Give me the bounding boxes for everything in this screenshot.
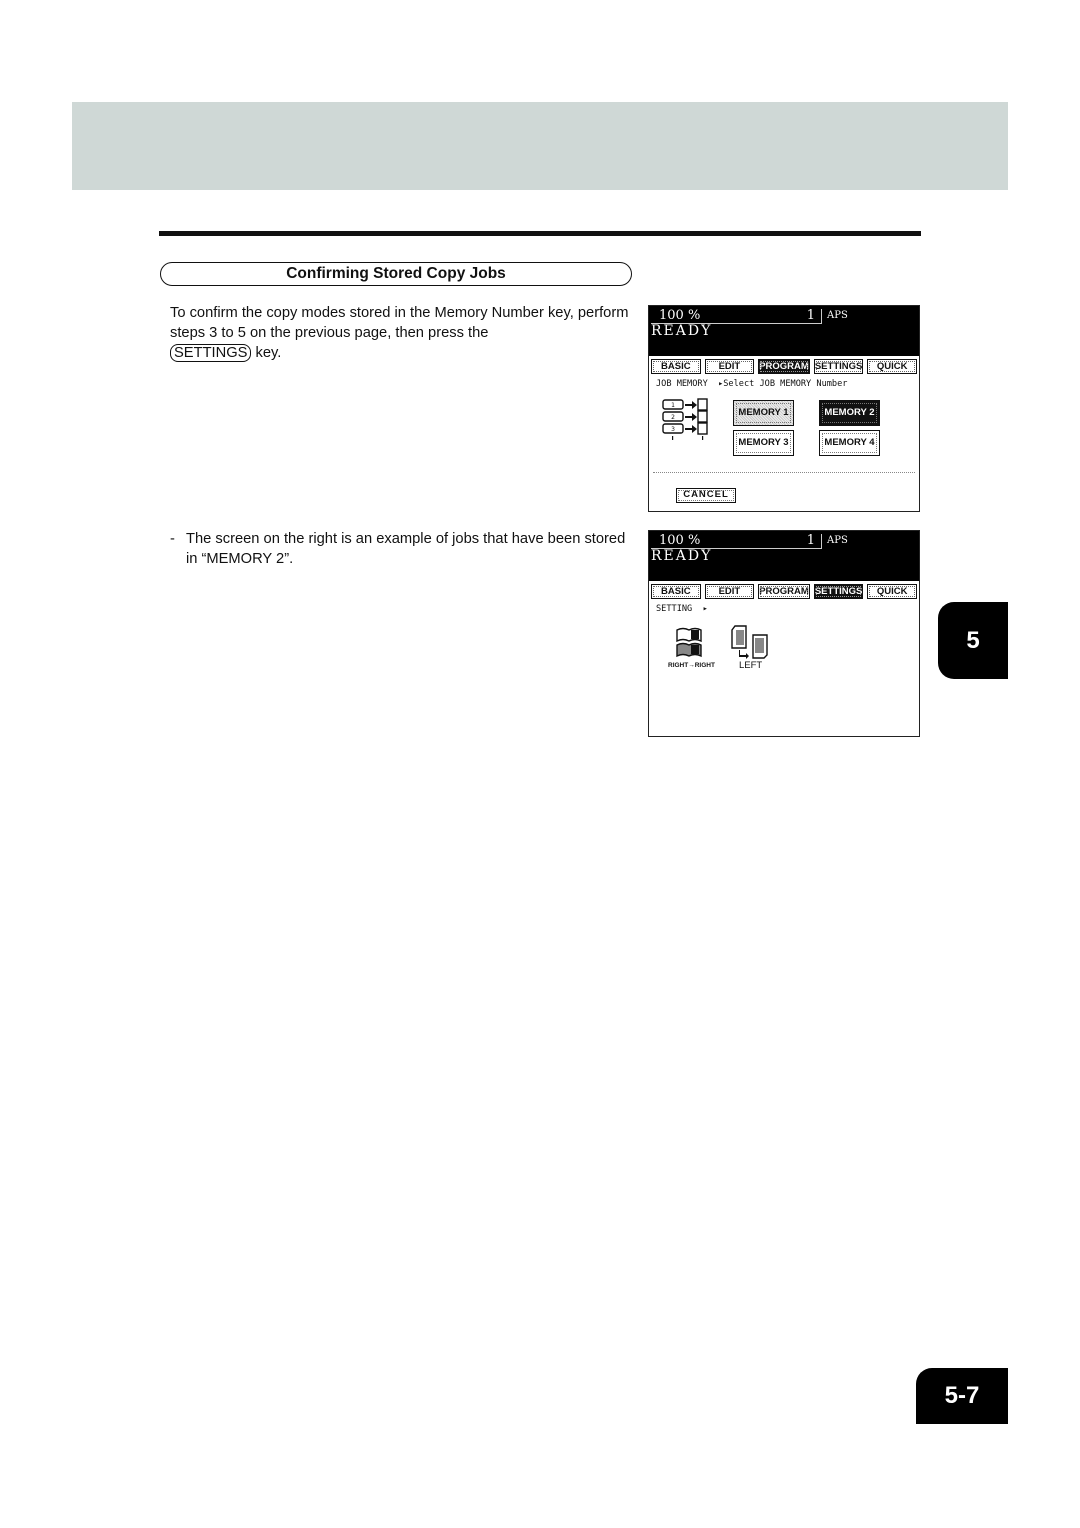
tab-settings[interactable]: SETTINGS: [813, 584, 864, 599]
intro-paragraph: To confirm the copy modes stored in the …: [170, 303, 630, 363]
tab-quick[interactable]: QUICK: [867, 584, 917, 599]
note-bullet: -: [170, 531, 175, 547]
divider: [653, 472, 915, 473]
copy-count: 1: [806, 308, 815, 323]
memory-3-button[interactable]: MEMORY 3: [733, 430, 794, 456]
tab-bar: BASIC EDIT PROGRAM SETTINGS QUICK: [649, 356, 919, 376]
memory-area: 1 2 3 MEMORY 1 MEMORY 2 MEMORY 3 MEMORY 4: [649, 392, 919, 472]
memory-4-button[interactable]: MEMORY 4: [819, 430, 880, 456]
book-duplex-icon: [676, 627, 702, 658]
page-rotate-icon: [731, 625, 768, 659]
svg-text:1: 1: [671, 402, 675, 409]
ratio-display: 100 % 1: [651, 309, 822, 324]
reproduction-ratio: 100 %: [659, 308, 701, 323]
note: - The screen on the right is an example …: [170, 529, 630, 569]
paper-mode: APS: [827, 535, 848, 546]
intro-text: To confirm the copy modes stored in the …: [170, 305, 629, 341]
tab-bar: BASIC EDIT PROGRAM SETTINGS QUICK: [649, 581, 919, 601]
tab-quick[interactable]: QUICK: [867, 359, 917, 374]
settings-summary: RIGHT→RIGHT LEFT: [649, 617, 919, 697]
tab-program[interactable]: PROGRAM: [758, 359, 810, 374]
tab-edit[interactable]: EDIT: [704, 359, 755, 374]
job-memory-screen: 100 % 1 APS READY BASIC EDIT PROGRAM SET…: [648, 305, 920, 512]
intro-text-end: key.: [255, 345, 282, 361]
settings-key-label: SETTINGS: [170, 344, 252, 362]
paper-mode: APS: [827, 310, 848, 321]
page-number: 5-7: [916, 1368, 1008, 1424]
svg-text:2: 2: [671, 414, 675, 421]
status-panel: 100 % 1 APS READY: [649, 306, 919, 356]
setting-label-duplex: RIGHT→RIGHT: [668, 662, 715, 669]
section-title: Confirming Stored Copy Jobs: [160, 262, 632, 286]
memory-1-button[interactable]: MEMORY 1: [733, 400, 794, 426]
job-memory-list-icon: 1 2 3: [662, 398, 708, 440]
tab-basic[interactable]: BASIC: [651, 359, 701, 374]
tab-settings[interactable]: SETTINGS: [813, 359, 864, 374]
cancel-button[interactable]: CANCEL: [676, 488, 736, 503]
section-rule: [159, 231, 921, 236]
setting-label-left: LEFT: [739, 660, 763, 671]
breadcrumb: SETTING ▸: [656, 604, 708, 614]
note-text: The screen on the right is an example of…: [186, 531, 626, 567]
tab-basic[interactable]: BASIC: [651, 584, 701, 599]
memory-2-button[interactable]: MEMORY 2: [819, 400, 880, 426]
breadcrumb: JOB MEMORY ▸Select JOB MEMORY Number: [656, 379, 848, 389]
reproduction-ratio: 100 %: [659, 533, 701, 548]
status-message: READY: [651, 323, 713, 339]
status-message: READY: [651, 548, 713, 564]
tab-program[interactable]: PROGRAM: [758, 584, 810, 599]
status-panel: 100 % 1 APS READY: [649, 531, 919, 581]
tab-edit[interactable]: EDIT: [704, 584, 755, 599]
svg-text:3: 3: [671, 426, 675, 433]
header-band: [72, 102, 1008, 190]
copy-count: 1: [806, 533, 815, 548]
ratio-display: 100 % 1: [651, 534, 822, 549]
chapter-tab: 5: [938, 602, 1008, 679]
settings-screen: 100 % 1 APS READY BASIC EDIT PROGRAM SET…: [648, 530, 920, 737]
